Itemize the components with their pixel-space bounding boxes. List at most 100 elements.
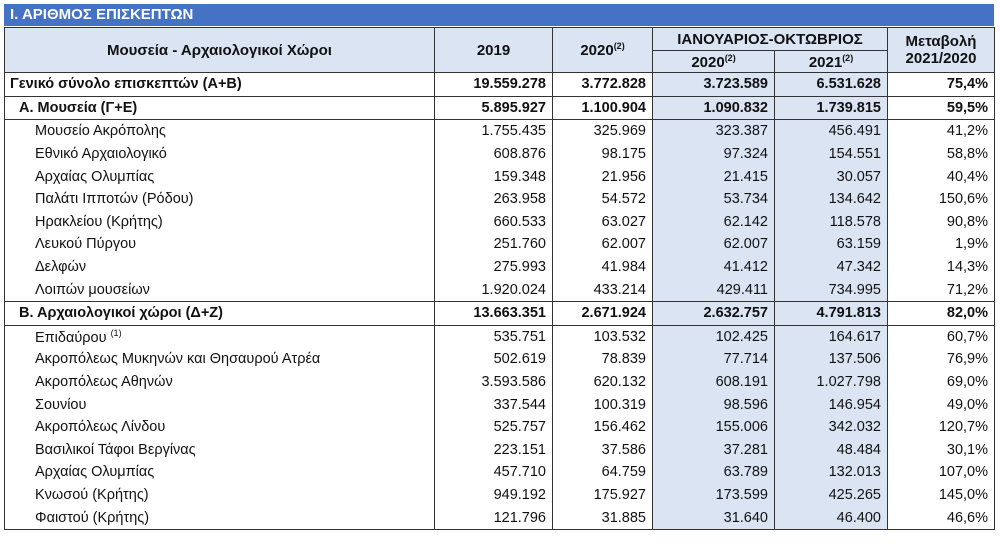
row-name: Επιδαύρου (1) [4, 325, 435, 349]
header-2019: 2019 [434, 27, 553, 73]
row-name: Αρχαίας Ολυμπίας [4, 461, 435, 484]
row-name: Αρχαίας Ολυμπίας [4, 165, 435, 188]
cell-period-2020: 21.415 [652, 165, 775, 188]
table-row: Αρχαίας Ολυμπίας 159.348 21.956 21.415 30.05… [4, 165, 995, 188]
row-name: Ηρακλείου (Κρήτης) [4, 210, 435, 234]
cell-2019: 3.593.586 [434, 370, 553, 394]
cell-period-2020: 1.090.832 [652, 95, 775, 121]
cell-2020: 156.462 [552, 415, 653, 439]
cell-change: 69,0% [887, 370, 995, 394]
row-name: Βασιλικοί Τάφοι Βεργίνας [4, 438, 435, 462]
row-name: Ακροπόλεως Λίνδου [4, 415, 435, 439]
cell-period-2021: 118.578 [774, 210, 888, 234]
cell-period-2020: 429.411 [652, 278, 775, 302]
cell-period-2020: 608.191 [652, 370, 775, 394]
cell-change: 1,9% [887, 233, 995, 256]
cell-2019: 5.895.927 [434, 95, 553, 121]
table-body: Γενικό σύνολο επισκεπτών (Α+Β) 19.559.278… [4, 72, 995, 530]
cell-period-2020: 97.324 [652, 142, 775, 166]
cell-period-2021: 134.642 [774, 187, 888, 211]
cell-change: 14,3% [887, 255, 995, 279]
cell-period-2020: 63.789 [652, 461, 775, 484]
cell-2019: 660.533 [434, 210, 553, 234]
cell-period-2021: 1.739.815 [774, 95, 888, 121]
cell-2019: 1.920.024 [434, 278, 553, 302]
table-row: Αρχαίας Ολυμπίας 457.710 64.759 63.789 132.0… [4, 461, 995, 484]
cell-period-2021: 30.057 [774, 165, 888, 188]
table-title: Ι. ΑΡΙΘΜΟΣ ΕΠΙΣΚΕΠΤΩΝ [4, 4, 994, 26]
cell-period-2020: 98.596 [652, 393, 775, 416]
table-row: Ακροπόλεως Αθηνών 3.593.586 620.132 608.191… [4, 370, 995, 394]
table-row: Φαιστού (Κρήτης) 121.796 31.885 31.640 46.40… [4, 506, 995, 530]
cell-change: 90,8% [887, 210, 995, 234]
cell-2020: 620.132 [552, 370, 653, 394]
cell-2020: 64.759 [552, 461, 653, 484]
cell-2020: 41.984 [552, 255, 653, 279]
table-row: Α. Μουσεία (Γ+Ε) 5.895.927 1.100.904 1.090.… [4, 95, 995, 121]
cell-period-2021: 63.159 [774, 233, 888, 256]
cell-2020: 325.969 [552, 119, 653, 143]
cell-change: 60,7% [887, 325, 995, 349]
table-row: Παλάτι Ιπποτών (Ρόδου) 263.958 54.572 53.73… [4, 187, 995, 211]
table-row: Λευκού Πύργου 251.760 62.007 62.007 63.159 1,… [4, 233, 995, 256]
row-name: Μουσείο Ακρόπολης [4, 119, 435, 143]
cell-change: 75,4% [887, 72, 995, 97]
cell-period-2021: 164.617 [774, 325, 888, 349]
table-row: Ακροπόλεως Λίνδου 525.757 156.462 155.006 34… [4, 415, 995, 439]
footnote-marker: (1) [110, 327, 122, 338]
table-row: Εθνικό Αρχαιολογικό 608.876 98.175 97.324 15… [4, 142, 995, 166]
header-period-2021: 2021(2) [774, 50, 888, 73]
row-name: Β. Αρχαιολογικοί χώροι (Δ+Ζ) [4, 300, 435, 326]
cell-period-2020: 31.640 [652, 506, 775, 530]
cell-change: 49,0% [887, 393, 995, 416]
cell-change: 40,4% [887, 165, 995, 188]
cell-2020: 433.214 [552, 278, 653, 302]
row-name: Γενικό σύνολο επισκεπτών (Α+Β) [4, 72, 435, 97]
cell-period-2021: 154.551 [774, 142, 888, 166]
cell-2020: 62.007 [552, 233, 653, 256]
cell-2019: 13.663.351 [434, 300, 553, 326]
row-name: Ακροπόλεως Μυκηνών και Θησαυρού Ατρέα [4, 348, 435, 371]
cell-2019: 608.876 [434, 142, 553, 166]
cell-change: 150,6% [887, 187, 995, 211]
cell-period-2020: 62.142 [652, 210, 775, 234]
cell-change: 30,1% [887, 438, 995, 462]
cell-change: 41,2% [887, 119, 995, 143]
cell-2019: 275.993 [434, 255, 553, 279]
cell-period-2021: 1.027.798 [774, 370, 888, 394]
cell-2019: 251.760 [434, 233, 553, 256]
table-header: Μουσεία - Αρχαιολογικοί Χώροι 2019 2020(… [4, 27, 995, 73]
cell-2019: 19.559.278 [434, 72, 553, 97]
cell-period-2021: 48.484 [774, 438, 888, 462]
cell-2019: 457.710 [434, 461, 553, 484]
cell-2020: 63.027 [552, 210, 653, 234]
cell-period-2021: 6.531.628 [774, 72, 888, 97]
cell-2020: 1.100.904 [552, 95, 653, 121]
cell-2019: 121.796 [434, 506, 553, 530]
cell-2019: 159.348 [434, 165, 553, 188]
cell-2019: 535.751 [434, 325, 553, 349]
table-row: Κνωσού (Κρήτης) 949.192 175.927 173.599 425.… [4, 483, 995, 507]
table-row: Δελφών 275.993 41.984 41.412 47.342 14,3% [4, 255, 995, 279]
table-row: Λοιπών μουσείων 1.920.024 433.214 429.411 73… [4, 278, 995, 302]
header-2020: 2020(2) [552, 27, 653, 73]
header-name: Μουσεία - Αρχαιολογικοί Χώροι [4, 27, 435, 73]
cell-period-2020: 3.723.589 [652, 72, 775, 97]
cell-change: 76,9% [887, 348, 995, 371]
cell-2020: 98.175 [552, 142, 653, 166]
cell-change: 71,2% [887, 278, 995, 302]
cell-change: 82,0% [887, 300, 995, 326]
visitors-table: Μουσεία - Αρχαιολογικοί Χώροι 2019 2020(… [4, 27, 995, 530]
cell-period-2021: 132.013 [774, 461, 888, 484]
cell-2019: 263.958 [434, 187, 553, 211]
cell-change: 145,0% [887, 483, 995, 507]
header-change: Μεταβολή 2021/2020 [887, 27, 995, 73]
cell-2020: 100.319 [552, 393, 653, 416]
table-row: Βασιλικοί Τάφοι Βεργίνας 223.151 37.586 37.… [4, 438, 995, 462]
table-row: Β. Αρχαιολογικοί χώροι (Δ+Ζ) 13.663.351 2.… [4, 300, 995, 326]
cell-2020: 31.885 [552, 506, 653, 530]
cell-period-2021: 342.032 [774, 415, 888, 439]
cell-period-2020: 62.007 [652, 233, 775, 256]
row-name: Λοιπών μουσείων [4, 278, 435, 302]
row-name: Δελφών [4, 255, 435, 279]
